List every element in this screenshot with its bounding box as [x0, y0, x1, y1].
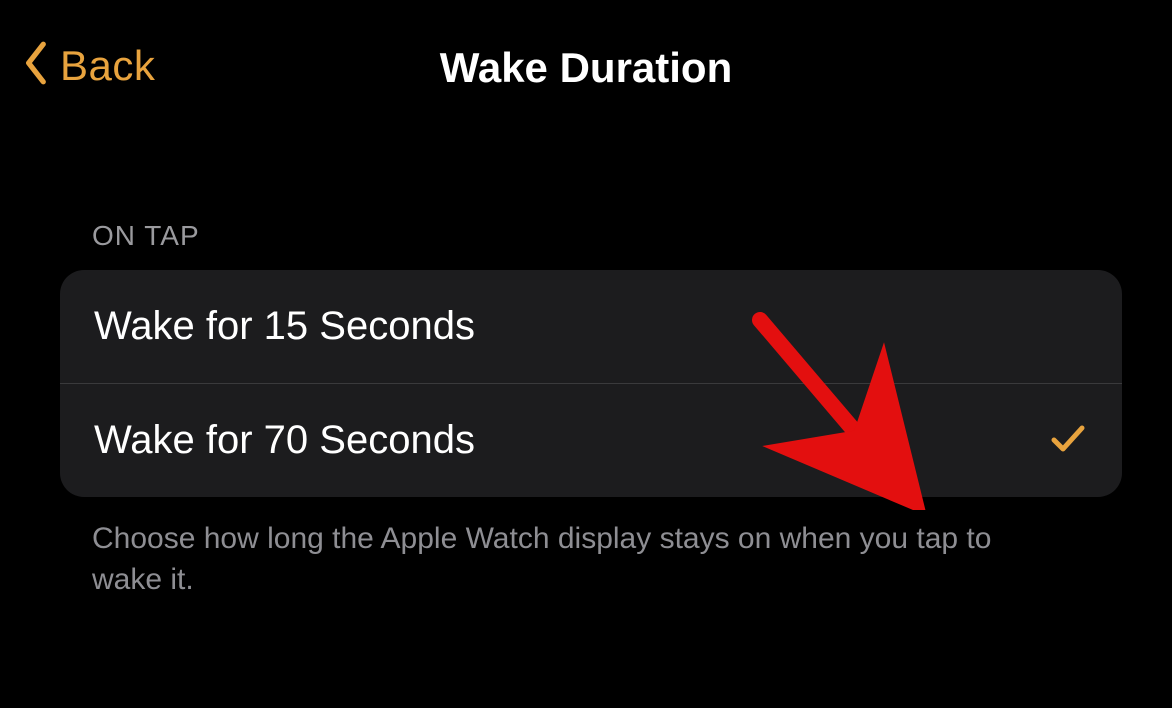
content: ON TAP Wake for 15 Seconds Wake for 70 S…: [0, 130, 1172, 600]
page-title: Wake Duration: [440, 44, 732, 92]
option-label: Wake for 70 Seconds: [94, 418, 475, 463]
back-button[interactable]: Back: [20, 40, 155, 91]
section-footer: Choose how long the Apple Watch display …: [92, 519, 1052, 600]
section-header: ON TAP: [92, 220, 1122, 252]
nav-header: Back Wake Duration: [0, 0, 1172, 130]
option-label: Wake for 15 Seconds: [94, 304, 475, 349]
option-wake-70[interactable]: Wake for 70 Seconds: [60, 383, 1122, 497]
checkmark-icon: [1048, 418, 1088, 463]
option-wake-15[interactable]: Wake for 15 Seconds: [60, 270, 1122, 383]
chevron-left-icon: [20, 40, 54, 91]
options-group: Wake for 15 Seconds Wake for 70 Seconds: [60, 270, 1122, 497]
back-label: Back: [60, 42, 155, 90]
